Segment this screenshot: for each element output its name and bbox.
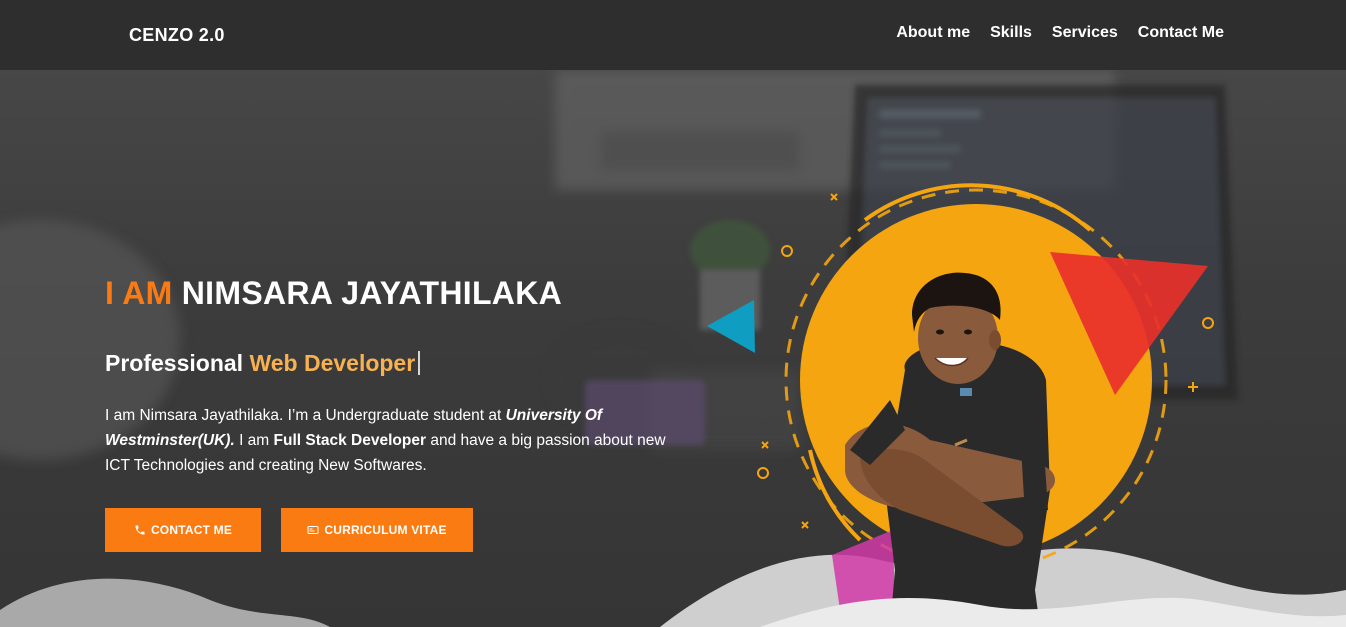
site-logo[interactable]: CENZO 2.0 <box>129 25 225 46</box>
navbar: CENZO 2.0 About me Skills Services Conta… <box>0 0 1346 70</box>
teal-triangle-shape <box>707 300 755 353</box>
main-nav: About me Skills Services Contact Me <box>896 24 1224 42</box>
portrait-illustration <box>707 183 1346 627</box>
hero-section: I AM NIMSARA JAYATHILAKA Professional We… <box>0 70 1346 627</box>
nav-link-contact[interactable]: Contact Me <box>1138 24 1224 42</box>
nav-link-about[interactable]: About me <box>896 24 970 42</box>
nav-link-services[interactable]: Services <box>1052 24 1118 42</box>
nav-link-skills[interactable]: Skills <box>990 24 1032 42</box>
